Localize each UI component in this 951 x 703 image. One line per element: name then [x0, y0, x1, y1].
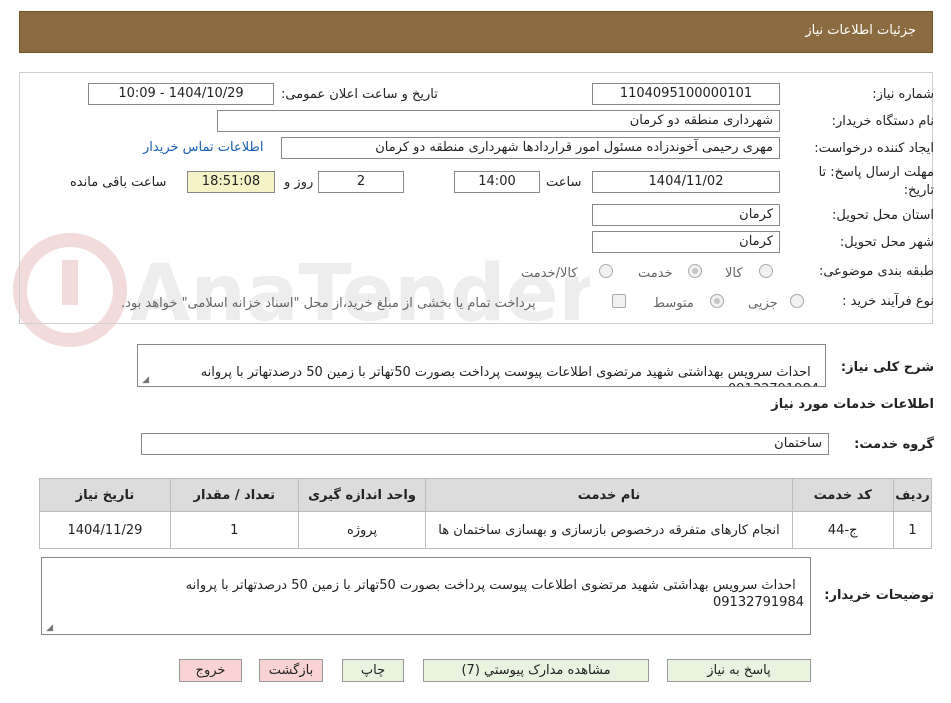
treasury-payment-checkbox[interactable]	[612, 294, 626, 308]
deadline-date-field: 1404/11/02	[592, 171, 780, 193]
buyer-org-label: نام دستگاه خریدار:	[831, 114, 934, 129]
creator-field: مهری رحیمی آخوندزاده مسئول امور قرارداده…	[281, 137, 780, 159]
category-goods-service-radio[interactable]	[599, 264, 613, 278]
page-title: جزئیات اطلاعات نیاز	[805, 23, 916, 38]
process-minor-radio[interactable]	[790, 294, 804, 308]
buyer-notes-text: احداث سرویس بهداشتی شهید مرتضوی اطلاعات …	[185, 578, 804, 610]
province-label: استان محل تحویل:	[832, 208, 934, 223]
description-textarea[interactable]: احداث سرویس بهداشتی شهید مرتضوی اطلاعات …	[137, 344, 826, 387]
col-header-row-number: ردیف	[892, 478, 933, 512]
col-header-service-name: نام خدمت	[425, 478, 793, 512]
deadline-label-date: تاریخ:	[903, 183, 934, 198]
city-field: کرمان	[592, 231, 780, 253]
table-row: 1 ج-44 انجام کارهای متفرقه درخصوص بازساز…	[39, 511, 933, 549]
category-service-label: خدمت	[638, 266, 673, 281]
col-header-quantity: تعداد / مقدار	[169, 478, 299, 512]
category-label: طبقه بندی موضوعی:	[818, 264, 934, 279]
back-button[interactable]: بازگشت	[259, 659, 323, 682]
process-medium-label: متوسط	[653, 296, 694, 311]
col-header-unit: واحد اندازه گیری	[297, 478, 427, 512]
view-attachments-button[interactable]: مشاهده مدارک پیوستي (7)	[423, 659, 649, 682]
description-label: شرح کلی نیاز:	[840, 360, 934, 375]
service-group-label: گروه خدمت:	[854, 437, 934, 452]
need-number-field: 1104095100000101	[592, 83, 780, 105]
creator-label: ایجاد کننده درخواست:	[814, 141, 934, 156]
province-field: کرمان	[592, 204, 780, 226]
remaining-time-field: 18:51:08	[187, 171, 275, 193]
resize-handle-icon[interactable]: ◢	[141, 376, 149, 385]
category-goods-service-label: کالا/خدمت	[521, 266, 578, 281]
table-header-row: ردیف کد خدمت نام خدمت واحد اندازه گیری ت…	[39, 478, 933, 512]
buyer-org-field: شهرداری منطقه دو کرمان	[217, 110, 780, 132]
buyer-notes-label: توضیحات خریدار:	[824, 588, 934, 603]
category-service-radio[interactable]	[688, 264, 702, 278]
cell-unit: پروژه	[297, 511, 427, 549]
col-header-need-date: تاریخ نیاز	[39, 478, 171, 512]
treasury-payment-note: پرداخت تمام یا بخشی از مبلغ خرید،از محل …	[121, 296, 536, 311]
buyer-contact-link[interactable]: اطلاعات تماس خریدار	[143, 140, 263, 155]
exit-button[interactable]: خروج	[179, 659, 242, 682]
process-medium-radio[interactable]	[710, 294, 724, 308]
announce-datetime-field: 1404/10/29 - 10:09	[88, 83, 274, 105]
process-minor-label: جزیی	[748, 296, 778, 311]
days-remaining-field: 2	[318, 171, 404, 193]
reply-button[interactable]: پاسخ به نیاز	[667, 659, 811, 682]
services-section-title: اطلاعات خدمات مورد نیاز	[771, 397, 934, 412]
services-table: ردیف کد خدمت نام خدمت واحد اندازه گیری ت…	[39, 478, 933, 549]
category-goods-label: کالا	[725, 266, 743, 281]
service-group-field: ساختمان	[141, 433, 829, 455]
category-goods-radio[interactable]	[759, 264, 773, 278]
process-type-label: نوع فرآیند خرید :	[842, 294, 934, 309]
need-number-label: شماره نیاز:	[872, 87, 934, 102]
cell-row-number: 1	[892, 511, 933, 549]
deadline-time-field: 14:00	[454, 171, 540, 193]
print-button[interactable]: چاپ	[342, 659, 404, 682]
col-header-service-code: کد خدمت	[791, 478, 894, 512]
cell-service-code: ج-44	[791, 511, 894, 549]
description-text: احداث سرویس بهداشتی شهید مرتضوی اطلاعات …	[200, 365, 819, 386]
city-label: شهر محل تحویل:	[839, 235, 934, 250]
days-label: روز و	[284, 175, 314, 190]
deadline-label: مهلت ارسال پاسخ: تا	[818, 165, 934, 180]
announce-label: تاریخ و ساعت اعلان عمومی:	[281, 87, 438, 102]
buyer-notes-textarea[interactable]: احداث سرویس بهداشتی شهید مرتضوی اطلاعات …	[41, 557, 811, 635]
remaining-time-label: ساعت باقی مانده	[70, 175, 167, 190]
page-header: جزئیات اطلاعات نیاز	[19, 11, 933, 53]
cell-service-name: انجام کارهای متفرقه درخصوص بازسازی و بهس…	[425, 511, 793, 549]
deadline-time-label: ساعت	[546, 175, 582, 190]
resize-handle-icon[interactable]: ◢	[45, 624, 53, 633]
cell-quantity: 1	[169, 511, 299, 549]
cell-need-date: 1404/11/29	[39, 511, 171, 549]
